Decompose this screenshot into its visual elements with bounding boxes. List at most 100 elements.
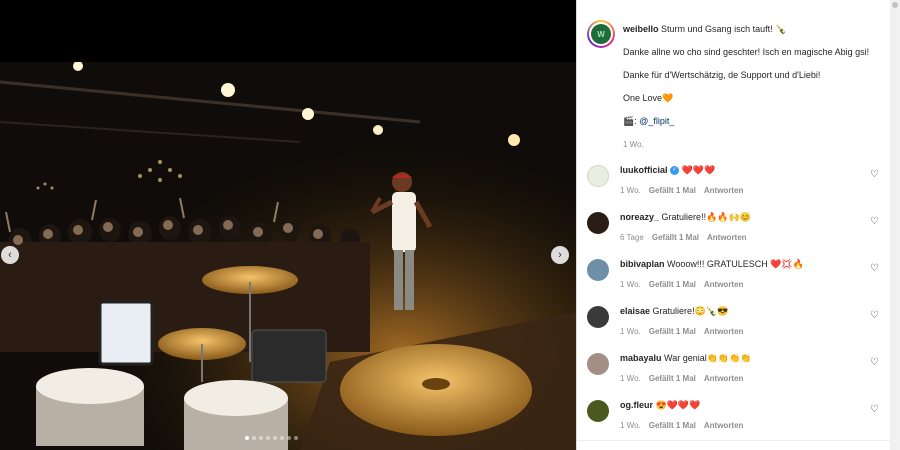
previous-photo-button[interactable]: ‹ (1, 246, 19, 264)
comment-text-row: bibivaplan Wooow!!! GRATULESCH ❤️💢🔥 (620, 259, 870, 270)
comment-text: Gratuliere!😳🍾😎 (652, 306, 729, 316)
caption-line: Danke für d'Wertschätzig, de Support und… (623, 70, 821, 80)
comment-body: elaisae Gratuliere!😳🍾😎 1 Wo. Gefällt 1 M… (620, 306, 870, 336)
mention-link[interactable]: @_flipit_ (639, 116, 674, 126)
commenter-avatar[interactable] (587, 212, 609, 234)
commenter-username[interactable]: luukofficial (620, 165, 668, 175)
carousel-dot (259, 436, 263, 440)
carousel-dot (266, 436, 270, 440)
comments-panel: W weibello Sturm und Gsang isch tauft! 🍾… (576, 0, 900, 450)
concert-photo (0, 62, 576, 450)
comment-text-row: og.fleur 😍❤️❤️❤️ (620, 400, 870, 411)
carousel-dot (280, 436, 284, 440)
comment-text-row: elaisae Gratuliere!😳🍾😎 (620, 306, 870, 317)
caption-line: One Love🧡 (623, 93, 674, 103)
comment-time[interactable]: 6 Tage (620, 233, 644, 242)
post-modal: ‹ › W weibello Sturm und Gsang isch tauf… (0, 0, 900, 450)
comment-time[interactable]: 1 Wo. (620, 327, 641, 336)
reply-button[interactable]: Antworten (707, 233, 747, 242)
comment-body: luukofficial ✓ ❤️❤️❤️ 1 Wo. Gefällt 1 Ma… (620, 165, 870, 195)
comment-text: ❤️❤️❤️ (681, 165, 716, 175)
comment-meta: 1 Wo. Gefällt 1 Mal Antworten (620, 280, 870, 289)
comment-time[interactable]: 1 Wo. (620, 421, 641, 430)
commenter-username[interactable]: og.fleur (620, 400, 653, 410)
scrollbar-thumb[interactable] (892, 2, 898, 8)
comment-body: og.fleur 😍❤️❤️❤️ 1 Wo. Gefällt 1 Mal Ant… (620, 400, 870, 430)
comment: luukofficial ✓ ❤️❤️❤️ 1 Wo. Gefällt 1 Ma… (587, 165, 887, 205)
chevron-right-icon: › (558, 248, 562, 261)
comment: mabayalu War genial👏👏👏👏 1 Wo. Gefällt 1 … (587, 353, 887, 393)
heart-outline-icon[interactable]: ♡ (870, 216, 879, 227)
comment-text: 😍❤️❤️❤️ (655, 400, 701, 410)
clapperboard-icon: 🎬: (623, 116, 637, 126)
author-avatar[interactable]: W (587, 20, 615, 48)
post-time[interactable]: 1 Wo. (623, 139, 887, 150)
comment-likes[interactable]: Gefällt 1 Mal (649, 327, 696, 336)
photo-credit: 🎬: @_flipit_ (623, 116, 887, 127)
commenter-username[interactable]: elaisae (620, 306, 650, 316)
comment-likes[interactable]: Gefällt 1 Mal (649, 374, 696, 383)
carousel-dot (287, 436, 291, 440)
comment-text-row: noreazy_ Gratuliere!!🔥🔥🙌😊 (620, 212, 870, 223)
carousel-dot (273, 436, 277, 440)
comment: noreazy_ Gratuliere!!🔥🔥🙌😊 6 Tage Gefällt… (587, 212, 887, 252)
comment-text-row: mabayalu War genial👏👏👏👏 (620, 353, 870, 364)
comment-text: Wooow!!! GRATULESCH ❤️💢🔥 (667, 259, 804, 269)
commenter-avatar[interactable] (587, 306, 609, 328)
commenter-avatar[interactable] (587, 400, 609, 422)
reply-button[interactable]: Antworten (704, 374, 744, 383)
comment-meta: 1 Wo. Gefällt 1 Mal Antworten (620, 421, 870, 430)
commenter-avatar[interactable] (587, 165, 609, 187)
comment: bibivaplan Wooow!!! GRATULESCH ❤️💢🔥 1 Wo… (587, 259, 887, 299)
commenter-avatar[interactable] (587, 259, 609, 281)
reply-button[interactable]: Antworten (704, 327, 744, 336)
commenter-avatar[interactable] (587, 353, 609, 375)
commenter-username[interactable]: mabayalu (620, 353, 662, 363)
heart-outline-icon[interactable]: ♡ (870, 404, 879, 415)
carousel-dots (245, 436, 298, 440)
commenter-username[interactable]: bibivaplan (620, 259, 665, 269)
reply-button[interactable]: Antworten (704, 421, 744, 430)
heart-outline-icon[interactable]: ♡ (870, 263, 879, 274)
comment-time[interactable]: 1 Wo. (620, 186, 641, 195)
post-media: ‹ › (0, 0, 576, 450)
comment-time[interactable]: 1 Wo. (620, 280, 641, 289)
comment-meta: 1 Wo. Gefällt 1 Mal Antworten (620, 186, 870, 195)
divider (577, 440, 891, 441)
reply-button[interactable]: Antworten (704, 186, 744, 195)
carousel-dot (294, 436, 298, 440)
comment-body: bibivaplan Wooow!!! GRATULESCH ❤️💢🔥 1 Wo… (620, 259, 870, 289)
comment-body: mabayalu War genial👏👏👏👏 1 Wo. Gefällt 1 … (620, 353, 870, 383)
verified-badge-icon: ✓ (670, 166, 680, 176)
comment-meta: 1 Wo. Gefällt 1 Mal Antworten (620, 327, 870, 336)
author-username[interactable]: weibello (623, 24, 659, 34)
comment: elaisae Gratuliere!😳🍾😎 1 Wo. Gefällt 1 M… (587, 306, 887, 346)
heart-outline-icon[interactable]: ♡ (870, 357, 879, 368)
carousel-dot (252, 436, 256, 440)
comment-meta: 6 Tage Gefällt 1 Mal Antworten (620, 233, 870, 242)
comment-time[interactable]: 1 Wo. (620, 374, 641, 383)
caption-text: weibello Sturm und Gsang isch tauft! 🍾 D… (623, 24, 887, 150)
avatar-image: W (591, 24, 611, 44)
comment-likes[interactable]: Gefällt 1 Mal (652, 233, 699, 242)
heart-outline-icon[interactable]: ♡ (870, 310, 879, 321)
concert-illustration (0, 62, 576, 450)
avatar-ring: W (589, 22, 613, 46)
carousel-dot (245, 436, 249, 440)
comment-body: noreazy_ Gratuliere!!🔥🔥🙌😊 6 Tage Gefällt… (620, 212, 870, 242)
heart-outline-icon[interactable]: ♡ (870, 169, 879, 180)
comment-meta: 1 Wo. Gefällt 1 Mal Antworten (620, 374, 870, 383)
chevron-left-icon: ‹ (8, 248, 12, 261)
commenter-username[interactable]: noreazy_ (620, 212, 659, 222)
caption-line: Danke allne wo cho sind geschter! Isch e… (623, 47, 870, 57)
comment-likes[interactable]: Gefällt 1 Mal (649, 186, 696, 195)
comment: og.fleur 😍❤️❤️❤️ 1 Wo. Gefällt 1 Mal Ant… (587, 400, 887, 440)
comment-text-row: luukofficial ✓ ❤️❤️❤️ (620, 165, 870, 176)
comment-likes[interactable]: Gefällt 1 Mal (649, 421, 696, 430)
comment-text: War genial👏👏👏👏 (664, 353, 752, 363)
reply-button[interactable]: Antworten (704, 280, 744, 289)
next-photo-button[interactable]: › (551, 246, 569, 264)
scrollbar[interactable] (890, 0, 900, 450)
caption-line: Sturm und Gsang isch tauft! 🍾 (661, 24, 787, 34)
comment-likes[interactable]: Gefällt 1 Mal (649, 280, 696, 289)
